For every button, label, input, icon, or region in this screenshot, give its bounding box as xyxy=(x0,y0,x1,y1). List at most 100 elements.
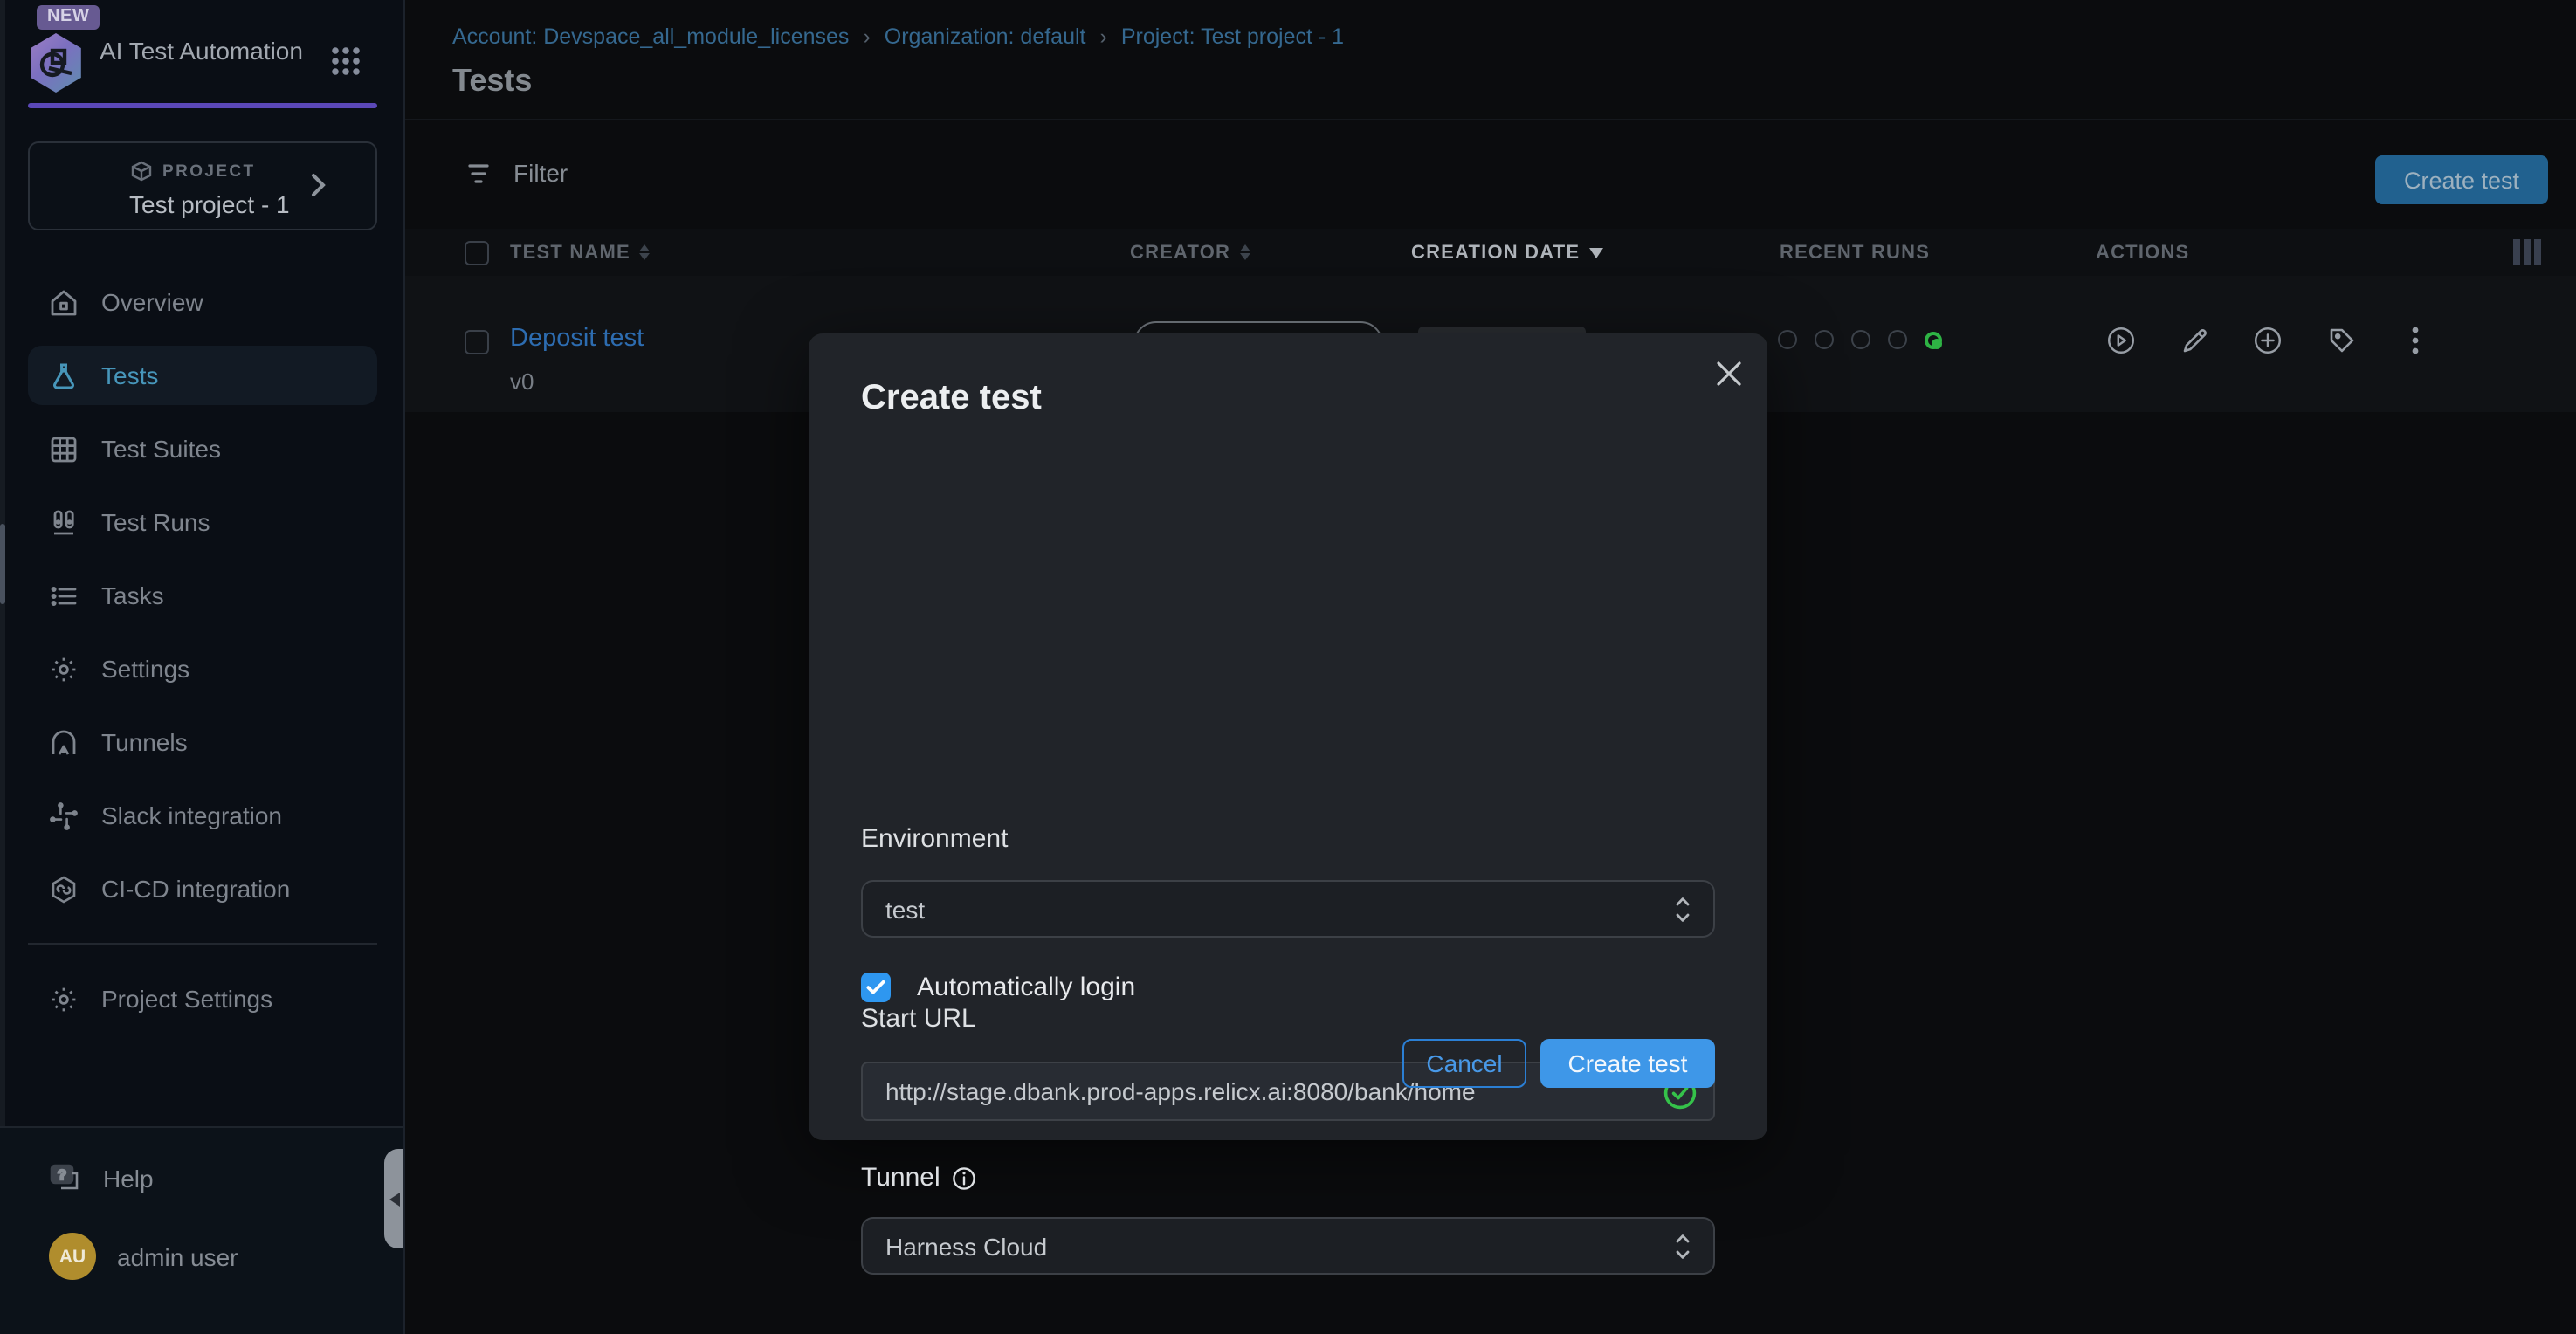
sidebar-item-test-runs[interactable]: Test Runs xyxy=(28,492,377,552)
modal-buttons: Cancel Create test xyxy=(1402,1039,1715,1088)
project-selector[interactable]: PROJECT Test project - 1 xyxy=(28,141,377,230)
gear-icon xyxy=(49,654,79,684)
environment-value: test xyxy=(885,895,925,923)
sidebar-item-tests[interactable]: Tests xyxy=(28,346,377,405)
select-chevrons-icon xyxy=(1675,1232,1691,1260)
home-icon xyxy=(49,287,79,317)
tunnel-icon xyxy=(49,727,79,757)
breadcrumb-project[interactable]: Project: Test project - 1 xyxy=(1121,24,1344,49)
environment-label: Environment xyxy=(861,824,1008,854)
filter-icon xyxy=(468,162,494,184)
edit-button[interactable] xyxy=(2180,325,2209,354)
brand-accent-rule xyxy=(28,103,377,108)
page-title: Tests xyxy=(452,63,532,100)
sidebar-item-label: CI-CD integration xyxy=(101,875,290,903)
column-settings-icon[interactable] xyxy=(2513,239,2541,265)
page-header: Account: Devspace_all_module_licenses › … xyxy=(405,0,2576,120)
auto-login-option[interactable]: Automatically login xyxy=(861,973,1135,1002)
sidebar-item-overview[interactable]: Overview xyxy=(28,272,377,332)
sidebar-item-tasks[interactable]: Tasks xyxy=(28,566,377,625)
sidebar-item-cicd-integration[interactable]: CI-CD integration xyxy=(28,859,377,918)
sidebar-item-settings[interactable]: Settings xyxy=(28,639,377,698)
auto-login-checkbox[interactable] xyxy=(861,973,891,1002)
new-badge: NEW xyxy=(37,5,100,30)
run-dot-passed[interactable] xyxy=(1925,331,1942,348)
flask-icon xyxy=(49,361,79,390)
chevron-right-icon xyxy=(311,173,327,197)
run-dot-empty[interactable] xyxy=(1815,330,1834,349)
sidebar-item-test-suites[interactable]: Test Suites xyxy=(28,419,377,478)
sidebar-item-label: Tunnels xyxy=(101,728,188,756)
column-recent-runs: RECENT RUNS xyxy=(1780,242,1930,263)
app-switcher-icon[interactable] xyxy=(330,45,362,77)
start-url-value: http://stage.dbank.prod-apps.relicx.ai:8… xyxy=(885,1077,1476,1105)
auto-login-label: Automatically login xyxy=(917,973,1135,1002)
sidebar-item-label: Project Settings xyxy=(101,985,272,1013)
app-root: NEW AI Test Automation PROJECT Test proj… xyxy=(0,0,2576,1334)
table-header: TEST NAME CREATOR CREATION DATE RECENT R… xyxy=(405,229,2576,276)
test-version: v0 xyxy=(510,368,534,395)
sidebar-item-label: Settings xyxy=(101,655,189,683)
sidebar-item-slack-integration[interactable]: Slack integration xyxy=(28,786,377,845)
filter-button[interactable]: Filter xyxy=(468,159,568,187)
hexagon-link-icon xyxy=(49,874,79,904)
help-label: Help xyxy=(103,1165,154,1193)
run-dot-empty[interactable] xyxy=(1778,330,1797,349)
avatar: AU xyxy=(49,1233,96,1280)
sidebar-item-project-settings[interactable]: Project Settings xyxy=(28,969,377,1028)
project-name: Test project - 1 xyxy=(129,190,290,218)
sort-icon xyxy=(1239,244,1250,260)
run-dot-empty[interactable] xyxy=(1851,330,1870,349)
breadcrumb-organization[interactable]: Organization: default xyxy=(885,24,1086,49)
column-test-name[interactable]: TEST NAME xyxy=(510,242,650,263)
svg-text:?: ? xyxy=(58,1168,66,1183)
sidebar-nav: Overview Tests Test Suites xyxy=(28,272,377,1042)
sidebar-item-label: Slack integration xyxy=(101,801,282,829)
sidebar-item-label: Tasks xyxy=(101,581,164,609)
start-url-label: Start URL xyxy=(861,1004,976,1034)
test-name-link[interactable]: Deposit test xyxy=(510,325,644,353)
sidebar-item-label: Overview xyxy=(101,288,203,316)
cancel-button[interactable]: Cancel xyxy=(1402,1039,1526,1088)
tunnel-value: Harness Cloud xyxy=(885,1232,1047,1260)
create-test-modal: Create test Environment test Start URL h… xyxy=(809,334,1767,1140)
column-creator[interactable]: CREATOR xyxy=(1130,242,1250,263)
user-name: admin user xyxy=(117,1242,238,1270)
column-creation-date[interactable]: CREATION DATE xyxy=(1411,242,1602,263)
row-checkbox[interactable] xyxy=(465,330,489,354)
info-icon[interactable] xyxy=(953,1166,977,1190)
gear-icon xyxy=(49,984,79,1014)
run-dot-empty[interactable] xyxy=(1888,330,1907,349)
create-test-submit-button[interactable]: Create test xyxy=(1540,1039,1715,1088)
tunnel-select[interactable]: Harness Cloud xyxy=(861,1217,1715,1275)
tunnel-label: Tunnel xyxy=(861,1163,977,1193)
breadcrumb-separator: › xyxy=(1100,24,1107,49)
app-logo xyxy=(28,33,84,93)
run-test-button[interactable] xyxy=(2106,325,2136,354)
sidebar: NEW AI Test Automation PROJECT Test proj… xyxy=(0,0,405,1334)
divider xyxy=(28,943,377,945)
sidebar-item-tunnels[interactable]: Tunnels xyxy=(28,712,377,772)
sidebar-item-label: Test Suites xyxy=(101,435,221,463)
select-all-checkbox[interactable] xyxy=(465,240,489,265)
select-chevrons-icon xyxy=(1675,895,1691,923)
close-icon[interactable] xyxy=(1713,358,1745,389)
add-button[interactable] xyxy=(2253,325,2283,354)
create-test-toolbar-button[interactable]: Create test xyxy=(2375,155,2548,204)
sort-desc-icon xyxy=(1588,247,1602,258)
more-options-button[interactable] xyxy=(2400,325,2429,354)
sidebar-collapse-handle[interactable] xyxy=(384,1149,403,1248)
breadcrumb-separator: › xyxy=(863,24,870,49)
tag-button[interactable] xyxy=(2326,325,2356,354)
help-button[interactable]: ? Help xyxy=(49,1163,154,1194)
slack-icon xyxy=(49,801,79,830)
recent-runs xyxy=(1778,330,1942,349)
sidebar-item-label: Tests xyxy=(101,361,158,389)
app-title: AI Test Automation xyxy=(100,37,309,66)
breadcrumb-account[interactable]: Account: Devspace_all_module_licenses xyxy=(452,24,849,49)
check-icon xyxy=(866,980,885,995)
sort-icon xyxy=(639,244,650,260)
environment-select[interactable]: test xyxy=(861,880,1715,938)
breadcrumb: Account: Devspace_all_module_licenses › … xyxy=(452,24,1344,49)
user-menu[interactable]: AU admin user xyxy=(49,1233,238,1280)
